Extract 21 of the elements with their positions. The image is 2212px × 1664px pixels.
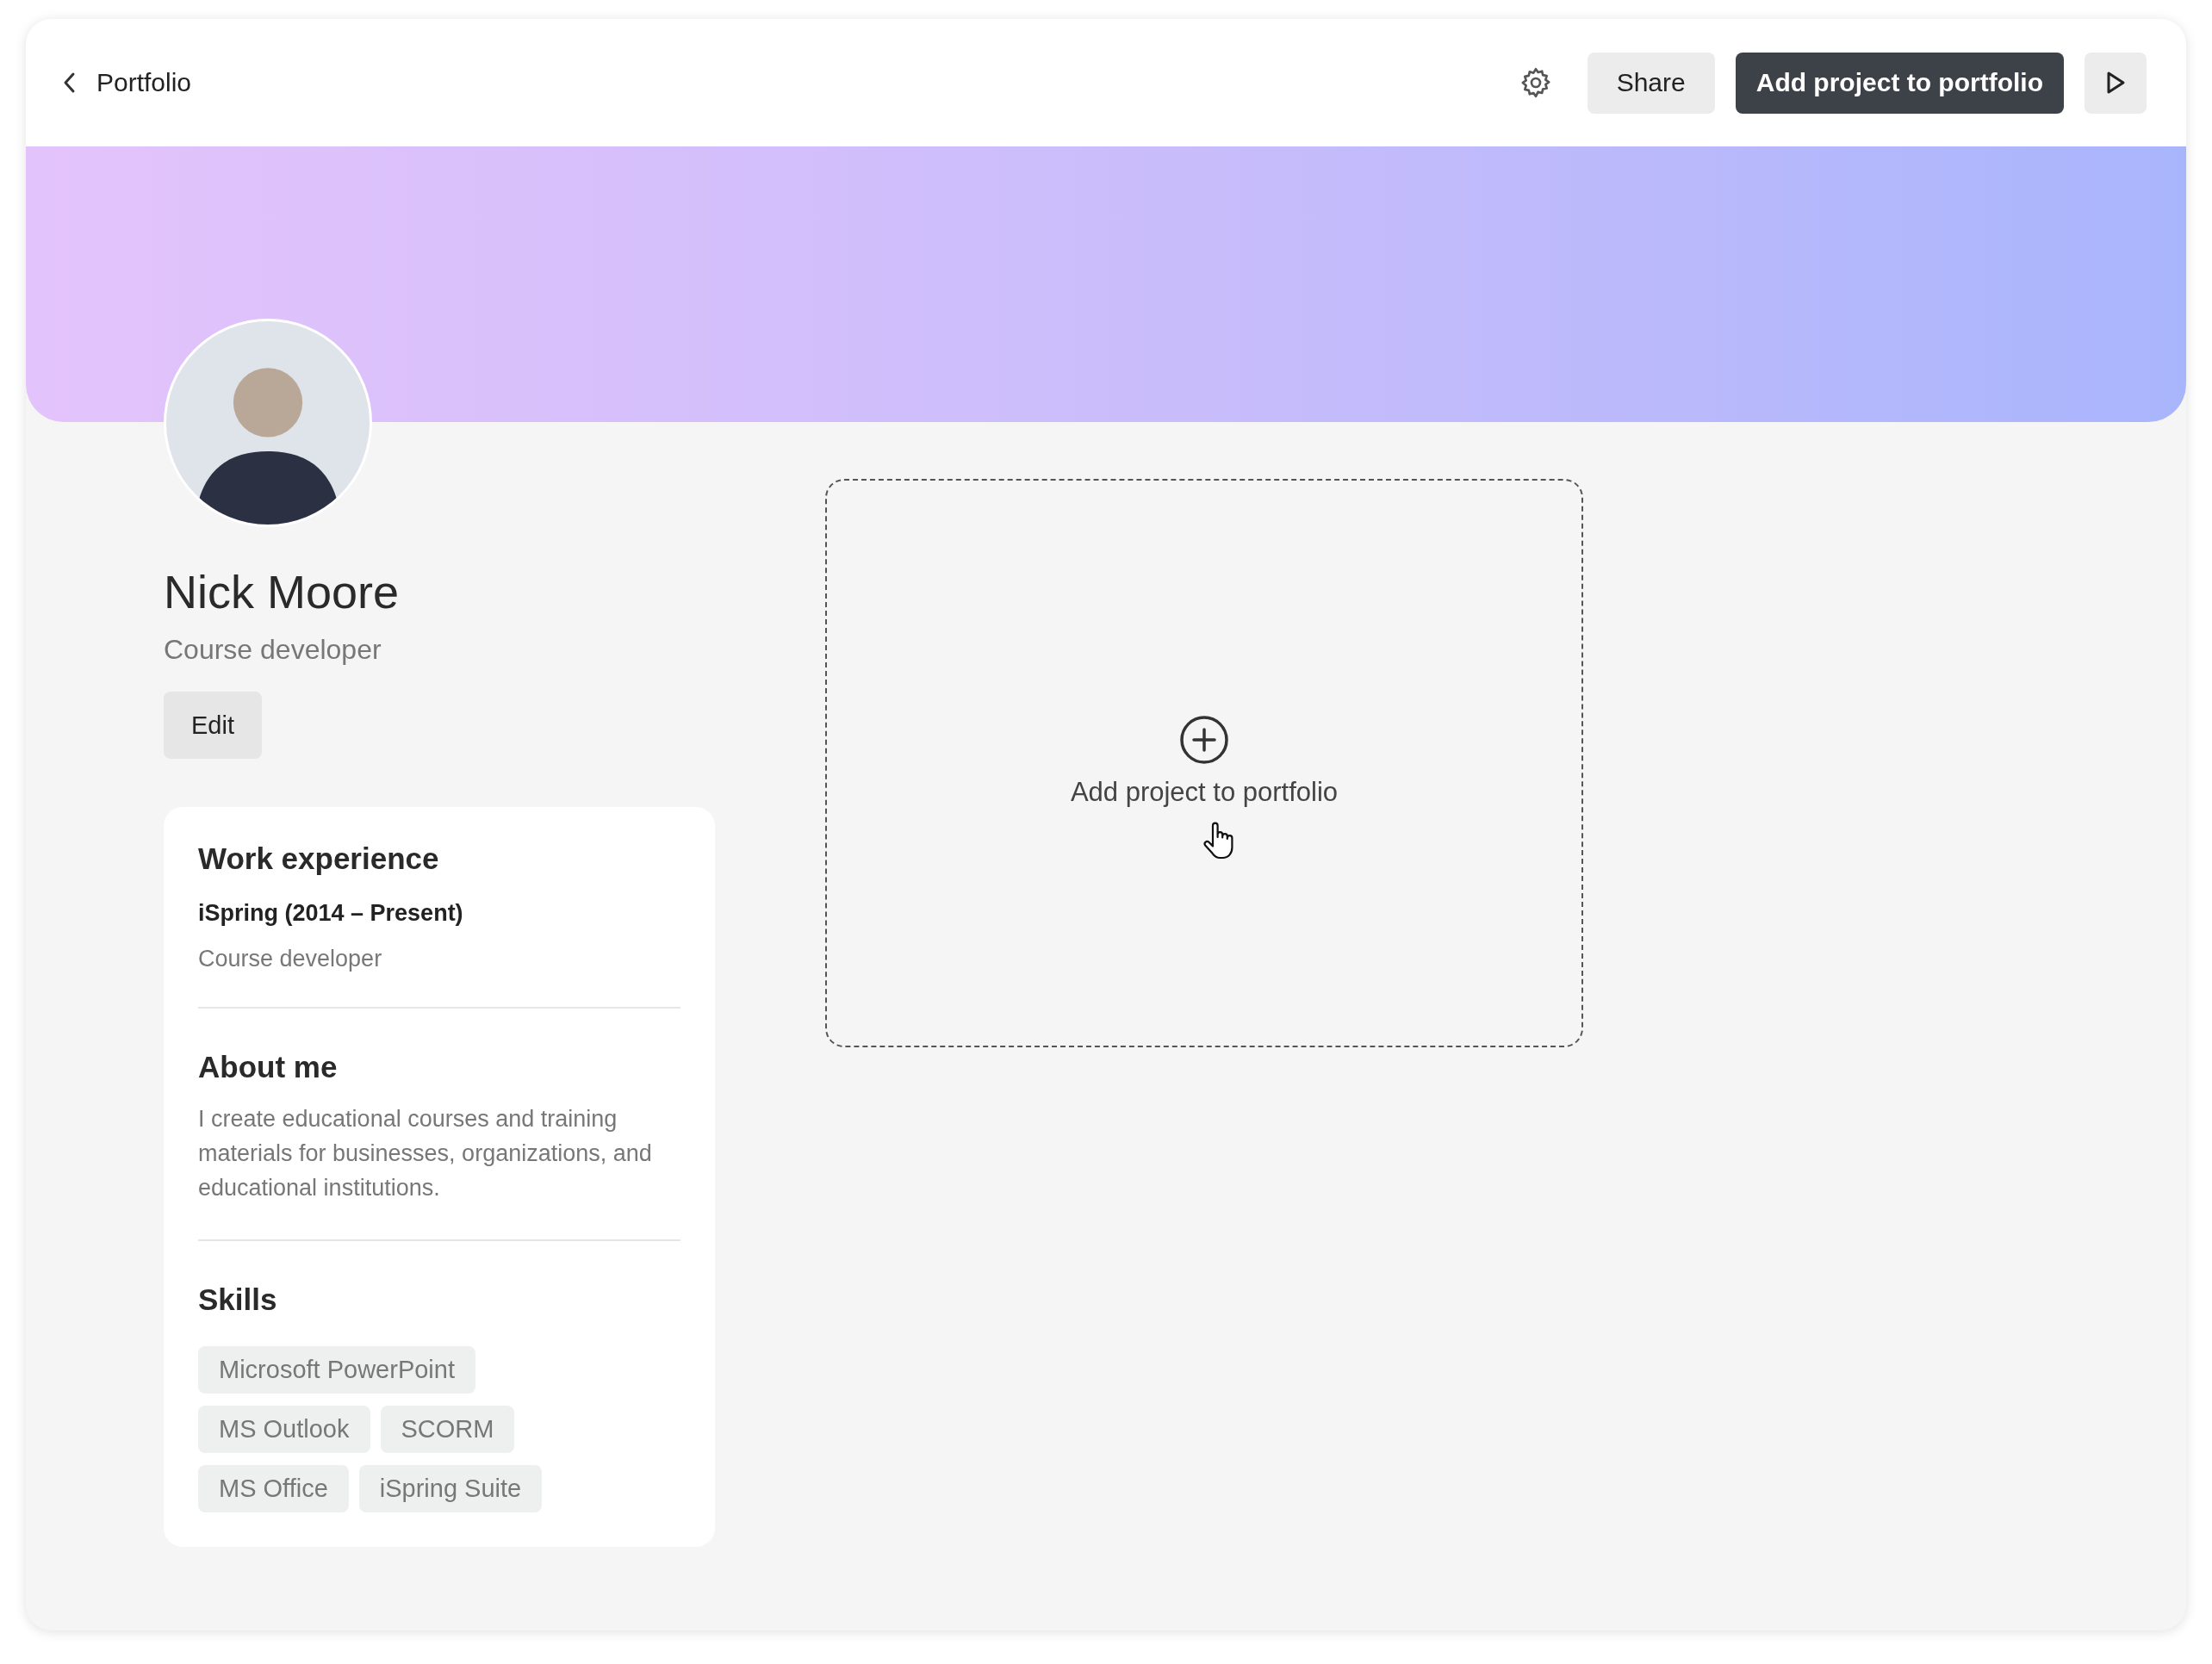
about-text: I create educational courses and training materials for businesses, organizations, and educational institutions. [198, 1105, 653, 1202]
share-button[interactable]: Share [1587, 52, 1715, 114]
skill-tag: MS Office [198, 1465, 349, 1512]
back-link[interactable]: Portfolio [60, 68, 192, 97]
dropzone-label: Add project to portfolio [1070, 777, 1339, 808]
add-project-button[interactable]: Add project to portfolio [1735, 52, 2064, 114]
job-role: Course developer [198, 946, 383, 972]
section-heading: Skills [198, 1282, 278, 1317]
skill-tag: MS Outlook [198, 1406, 370, 1453]
profile-name: Nick Moore [164, 565, 400, 618]
plus-circle-icon [1179, 715, 1229, 765]
skill-tag: Microsoft PowerPoint [198, 1346, 475, 1394]
skill-tag: SCORM [380, 1406, 515, 1453]
section-heading: Work experience [198, 841, 440, 876]
add-project-dropzone[interactable]: Add project to portfolio [825, 479, 1583, 1047]
skill-tag: iSpring Suite [358, 1465, 543, 1512]
edit-button[interactable]: Edit [164, 692, 262, 759]
profile-title: Course developer [164, 634, 382, 666]
preview-button[interactable] [2085, 52, 2147, 114]
company-name: iSpring (2014 – Present) [198, 900, 464, 927]
section-heading: About me [198, 1050, 339, 1084]
